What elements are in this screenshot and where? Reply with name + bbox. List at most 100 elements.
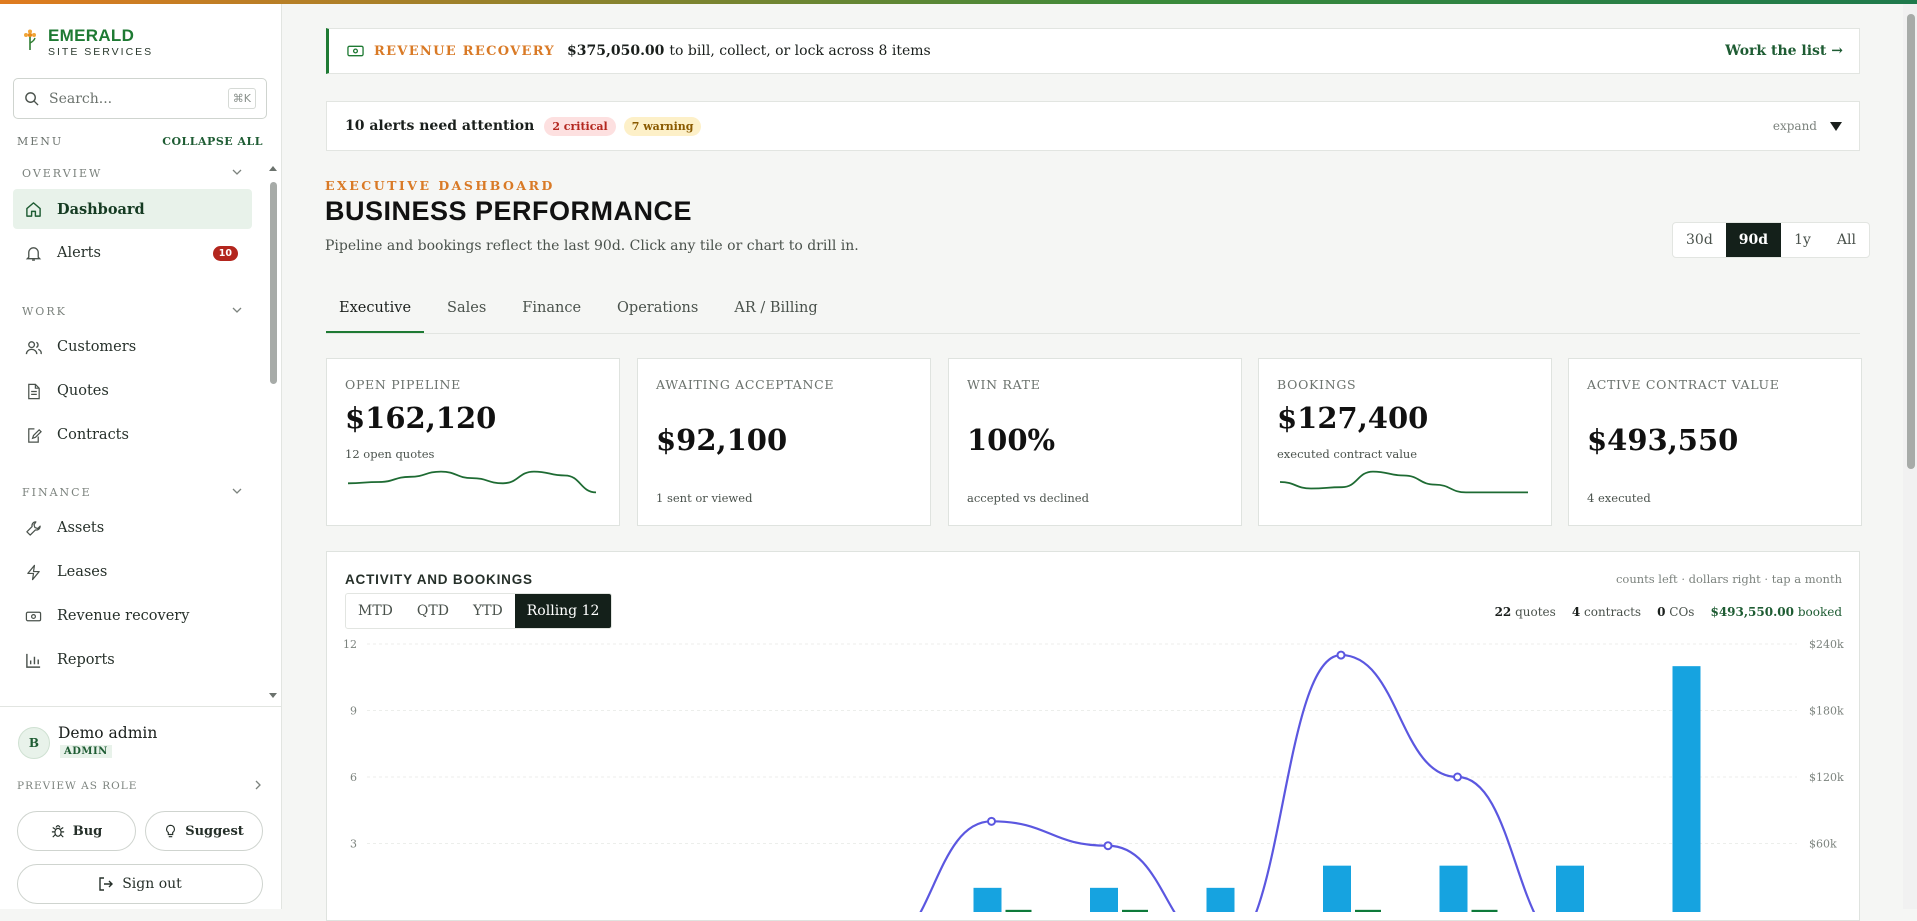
expand-label[interactable]: expand (1773, 119, 1817, 133)
collapse-all-button[interactable]: COLLAPSE ALL (162, 135, 263, 148)
stat-booked: $493,550.00 booked (1710, 605, 1842, 619)
bar-quotes[interactable] (1206, 887, 1235, 912)
sidebar-item-label: Leases (57, 564, 108, 580)
section-finance[interactable]: FINANCE (22, 486, 242, 499)
kpi-value: 100% (967, 423, 1056, 457)
section-work[interactable]: WORK (22, 305, 242, 318)
right-tick-label: $120k (1809, 771, 1844, 784)
bar-contracts[interactable] (1471, 909, 1498, 912)
bar-contracts[interactable] (1355, 909, 1381, 912)
kpi-win-rate[interactable]: WIN RATE 100% accepted vs declined (948, 358, 1242, 526)
kpi-awaiting-acceptance[interactable]: AWAITING ACCEPTANCE $92,100 1 sent or vi… (637, 358, 931, 526)
search-placeholder: Search... (49, 90, 113, 107)
tab-executive[interactable]: Executive (326, 290, 425, 333)
range-90d[interactable]: 90d (1725, 223, 1782, 257)
sidebar-item-label: Dashboard (57, 200, 145, 218)
bookings-point[interactable] (1453, 772, 1462, 782)
sidebar-item-label: Alerts (57, 245, 101, 261)
period-ytd[interactable]: YTD (461, 594, 515, 628)
sidebar-item-dashboard[interactable]: Dashboard (13, 189, 252, 229)
right-tick-label: $240k (1809, 638, 1844, 651)
sidebar-scroll-thumb[interactable] (270, 182, 277, 384)
lightbulb-icon (166, 824, 176, 838)
sidebar-item-assets[interactable]: Assets (13, 508, 252, 548)
pen-file-icon (28, 427, 42, 443)
kpi-label: AWAITING ACCEPTANCE (656, 377, 835, 392)
bookings-line (919, 653, 1536, 912)
tab-sales[interactable]: Sales (434, 290, 499, 333)
sign-out-button[interactable]: Sign out (17, 864, 263, 904)
bar-quotes[interactable] (1672, 666, 1701, 912)
bar-quotes[interactable] (1439, 865, 1468, 912)
sidebar-item-revenue-recovery[interactable]: Revenue recovery (13, 596, 252, 636)
work-the-list-link[interactable]: Work the list → (1725, 43, 1843, 59)
tab-operations[interactable]: Operations (604, 290, 711, 333)
kpi-label: OPEN PIPELINE (345, 377, 461, 392)
bookings-point[interactable] (987, 816, 996, 826)
kpi-open-pipeline[interactable]: OPEN PIPELINE $162,120 12 open quotes (326, 358, 620, 526)
tab-finance[interactable]: Finance (509, 290, 594, 333)
bookings-point[interactable] (1336, 650, 1346, 660)
sidebar-item-contracts[interactable]: Contracts (13, 415, 252, 455)
left-tick-label: 9 (350, 705, 357, 718)
right-tick-label: $60k (1809, 838, 1837, 851)
cash-icon (25, 611, 42, 621)
chevron-down-icon (232, 169, 242, 175)
kpi-label: BOOKINGS (1277, 377, 1357, 392)
sidebar-item-label: Customers (57, 339, 137, 355)
sidebar-item-alerts[interactable]: Alerts 10 (13, 233, 252, 273)
kpi-note: executed contract value (1277, 447, 1418, 461)
users-icon (25, 340, 42, 354)
bar-quotes[interactable] (1323, 865, 1351, 912)
avatar[interactable]: B (18, 727, 50, 759)
kpi-label: WIN RATE (967, 377, 1041, 392)
sidebar-item-leases[interactable]: Leases (13, 552, 252, 592)
brand-name: EMERALD (48, 26, 135, 45)
sidebar-item-quotes[interactable]: Quotes (13, 371, 252, 411)
bug-button[interactable]: Bug (17, 811, 136, 851)
preview-as-role[interactable]: PREVIEW AS ROLE (17, 780, 262, 792)
left-tick-label: 3 (350, 838, 357, 851)
range-1y[interactable]: 1y (1781, 223, 1824, 257)
suggest-button[interactable]: Suggest (145, 811, 263, 851)
page-scrollbar[interactable] (1903, 4, 1917, 909)
range-30d[interactable]: 30d (1673, 223, 1726, 257)
range-all[interactable]: All (1824, 223, 1869, 257)
bar-quotes[interactable] (1556, 865, 1584, 912)
revenue-recovery-banner[interactable]: REVENUE RECOVERY $375,050.00 to bill, co… (326, 28, 1860, 74)
home-icon (26, 201, 41, 217)
sidebar-item-reports[interactable]: Reports (13, 640, 252, 680)
activity-chart[interactable]: 12 $240k 9 $180k 6 $120k 3 $60k (327, 632, 1861, 912)
chevron-down-icon (232, 307, 242, 313)
kpi-active-contract-value[interactable]: ACTIVE CONTRACT VALUE $493,550 4 execute… (1568, 358, 1862, 526)
section-overview[interactable]: OVERVIEW (22, 167, 242, 180)
bar-contracts[interactable] (1122, 909, 1148, 912)
sidebar-item-customers[interactable]: Customers (13, 327, 252, 367)
bar-quotes[interactable] (1090, 887, 1118, 912)
bar-contracts[interactable] (1005, 909, 1032, 912)
alerts-bar[interactable]: 10 alerts need attention 2 critical 7 wa… (326, 101, 1860, 151)
section-label: FINANCE (22, 486, 92, 499)
left-tick-label: 6 (350, 771, 357, 784)
period-qtd[interactable]: QTD (405, 594, 461, 628)
page-scroll-thumb[interactable] (1907, 14, 1915, 469)
kpi-value: $127,400 (1277, 401, 1429, 435)
kpi-bookings[interactable]: BOOKINGS $127,400 executed contract valu… (1258, 358, 1552, 526)
triangle-down-icon[interactable] (1829, 121, 1843, 132)
search-input[interactable]: Search... ⌘K (13, 78, 267, 119)
bolt-icon (27, 564, 40, 580)
bar-chart-icon (26, 653, 41, 668)
kpi-note: accepted vs declined (967, 491, 1089, 505)
period-mtd[interactable]: MTD (346, 594, 405, 628)
activity-chart-card[interactable]: ACTIVITY AND BOOKINGS counts left · doll… (326, 551, 1860, 921)
brand[interactable]: EMERALD SITE SERVICES (22, 26, 153, 58)
tab-ar-billing[interactable]: AR / Billing (721, 290, 830, 333)
sidebar-item-label: Reports (57, 652, 115, 668)
bookings-sparkline (1279, 470, 1528, 494)
bookings-point[interactable] (1103, 841, 1113, 851)
bar-quotes[interactable] (973, 887, 1002, 912)
dashboard-tabs: Executive Sales Finance Operations AR / … (326, 290, 1860, 334)
period-rolling-12[interactable]: Rolling 12 (514, 594, 612, 628)
alerts-title: 10 alerts need attention (345, 118, 535, 134)
banner-tag: REVENUE RECOVERY (374, 43, 555, 59)
